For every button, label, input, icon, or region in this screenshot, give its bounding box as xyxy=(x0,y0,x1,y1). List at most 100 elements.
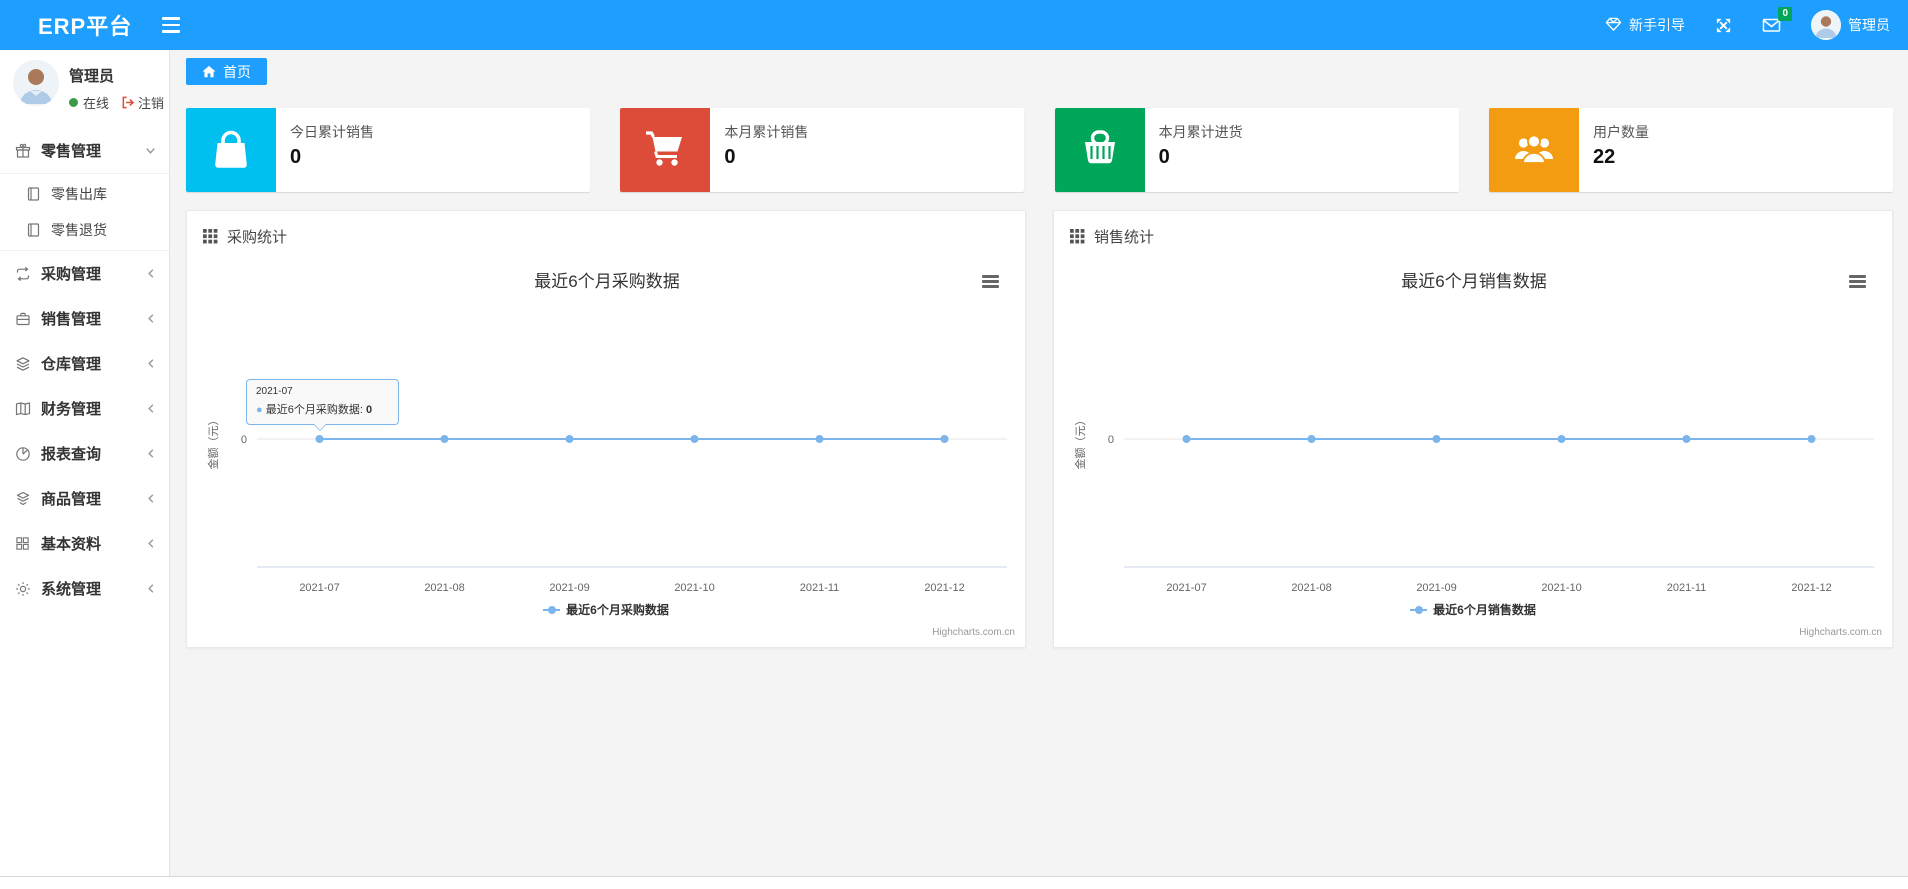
purchase-chart: 最近6个月采购数据 金额（元） 0 2021-07 2021-08 2021-09 2021… xyxy=(187,261,1025,636)
chevron-left-icon xyxy=(145,537,157,550)
stat-card-today-sales: 今日累计销售 0 xyxy=(186,108,590,192)
sidebar-submenu-retail: 零售出库 零售退货 xyxy=(0,173,169,251)
user-name: 管理员 xyxy=(69,68,115,85)
stat-value: 0 xyxy=(724,146,736,168)
document-icon xyxy=(25,187,42,201)
tooltip-row: ● 最近6个月采购数据: 0 xyxy=(256,404,373,416)
svg-text:2021-09: 2021-09 xyxy=(549,582,589,594)
svg-text:最近6个月采购数据: 最近6个月采购数据 xyxy=(534,272,679,291)
svg-text:0: 0 xyxy=(241,434,247,446)
stat-value: 0 xyxy=(290,146,302,168)
messages-button[interactable]: 0 xyxy=(1762,7,1792,33)
online-status-label: 在线 xyxy=(83,96,110,111)
sidebar-item-basic-data[interactable]: 基本资料 xyxy=(0,521,169,566)
svg-text:2021-09: 2021-09 xyxy=(1416,582,1456,594)
tab-home[interactable]: 首页 xyxy=(186,58,267,85)
online-status-dot xyxy=(69,98,78,107)
username-label: 管理员 xyxy=(1848,17,1890,33)
gem-icon xyxy=(1605,16,1622,35)
box-icon xyxy=(14,491,31,507)
svg-text:2021-10: 2021-10 xyxy=(1541,582,1581,594)
stat-value: 22 xyxy=(1592,146,1616,168)
page-footer xyxy=(0,876,1908,889)
grid-icon xyxy=(14,536,31,551)
chevron-left-icon xyxy=(145,267,157,280)
sidebar-item-sales[interactable]: 销售管理 xyxy=(0,296,169,341)
guide-button[interactable]: 新手引导 xyxy=(1605,15,1685,35)
sidebar-toggle-button[interactable] xyxy=(162,17,181,33)
chart-context-menu-button[interactable] xyxy=(1849,275,1866,288)
purchase-stats-panel: 采购统计 最近6个月采购数据 金额（元） 0 2021-07 2021-08 2021-0… xyxy=(186,210,1026,648)
svg-text:2021-11: 2021-11 xyxy=(1667,582,1707,594)
legend-item[interactable]: 最近6个月销售数据 xyxy=(1410,601,1536,618)
stat-label: 本月累计销售 xyxy=(724,124,809,140)
home-icon xyxy=(202,65,216,78)
sidebar-item-label: 系统管理 xyxy=(41,581,102,598)
briefcase-icon xyxy=(14,311,31,327)
th-grid-icon xyxy=(1070,229,1085,244)
document-icon xyxy=(25,223,42,237)
sidebar-item-finance[interactable]: 财务管理 xyxy=(0,386,169,431)
stat-card-month-purchase: 本月累计进货 0 xyxy=(1054,108,1459,192)
sidebar-item-purchase[interactable]: 采购管理 xyxy=(0,251,169,296)
purchase-chart-svg: 最近6个月采购数据金额（元） 0 2021-07 2021-08 2021-09 2021… xyxy=(206,272,1007,594)
sidebar-user-panel: 管理员 在线 注销 xyxy=(0,50,169,124)
sidebar-item-label: 零售退货 xyxy=(51,222,107,238)
sign-out-icon xyxy=(122,96,135,109)
users-icon xyxy=(1488,108,1579,192)
svg-text:2021-08: 2021-08 xyxy=(1291,582,1331,594)
panel-header: 采购统计 xyxy=(187,211,1025,247)
user-menu[interactable]: 管理员 xyxy=(1811,10,1890,40)
legend-item[interactable]: 最近6个月采购数据 xyxy=(543,601,669,618)
svg-text:金额（元）: 金额（元） xyxy=(1073,415,1087,470)
sidebar-item-reports[interactable]: 报表查询 xyxy=(0,431,169,476)
legend-marker-icon xyxy=(1410,605,1428,614)
panel-title: 销售统计 xyxy=(1094,229,1155,246)
sidebar-item-retail-outbound[interactable]: 零售出库 xyxy=(0,176,169,212)
sidebar-item-label: 商品管理 xyxy=(41,491,102,508)
sidebar-item-label: 销售管理 xyxy=(41,311,102,328)
exchange-icon xyxy=(14,266,31,282)
svg-text:2021-07: 2021-07 xyxy=(299,582,339,594)
sidebar-item-goods[interactable]: 商品管理 xyxy=(0,476,169,521)
sidebar-item-warehouse[interactable]: 仓库管理 xyxy=(0,341,169,386)
svg-text:金额（元）: 金额（元） xyxy=(206,415,220,470)
chart-context-menu-button[interactable] xyxy=(982,275,999,288)
chart-panels-row: 采购统计 最近6个月采购数据 金额（元） 0 2021-07 2021-08 2021-0… xyxy=(186,210,1893,648)
stat-card-user-count: 用户数量 22 xyxy=(1488,108,1893,192)
highcharts-credits-link[interactable]: Highcharts.com.cn xyxy=(932,627,1015,638)
shopping-cart-icon xyxy=(620,108,711,192)
guide-label: 新手引导 xyxy=(1629,17,1685,33)
messages-count-badge: 0 xyxy=(1778,7,1792,21)
sales-stats-panel: 销售统计 最近6个月销售数据 金额（元） 0 2021-07 2021-08 2021-0… xyxy=(1053,210,1893,648)
stat-label: 本月累计进货 xyxy=(1158,124,1243,140)
svg-text:2021-12: 2021-12 xyxy=(1791,582,1831,594)
sidebar-item-label: 零售出库 xyxy=(51,186,107,202)
svg-text:2021-12: 2021-12 xyxy=(924,582,964,594)
sidebar-item-label: 仓库管理 xyxy=(41,356,102,373)
stat-label: 用户数量 xyxy=(1592,124,1649,140)
open-book-icon xyxy=(14,401,31,417)
legend-label: 最近6个月销售数据 xyxy=(1433,603,1536,617)
sidebar-item-label: 财务管理 xyxy=(41,401,102,418)
sidebar-item-system[interactable]: 系统管理 xyxy=(0,566,169,611)
fullscreen-button[interactable] xyxy=(1715,17,1732,34)
svg-text:0: 0 xyxy=(1108,434,1114,446)
sidebar-item-retail-return[interactable]: 零售退货 xyxy=(0,212,169,248)
panel-title: 采购统计 xyxy=(227,229,288,246)
sidebar-item-retail[interactable]: 零售管理 xyxy=(0,128,169,173)
chart-tooltip: 2021-07 ● 最近6个月采购数据: 0 xyxy=(246,379,399,431)
gear-icon xyxy=(14,581,31,597)
stat-value: 0 xyxy=(1158,146,1170,168)
svg-text:2021-07: 2021-07 xyxy=(1166,582,1206,594)
pie-chart-icon xyxy=(14,446,31,462)
chevron-left-icon xyxy=(145,492,157,505)
series-dot-icon: ● xyxy=(256,404,263,416)
logout-link[interactable]: 注销 xyxy=(121,93,164,112)
highcharts-credits-link[interactable]: Highcharts.com.cn xyxy=(1799,627,1882,638)
sidebar-item-label: 基本资料 xyxy=(41,536,102,553)
svg-text:2021-08: 2021-08 xyxy=(424,582,464,594)
fullscreen-arrows-icon xyxy=(1716,18,1731,32)
stat-card-month-sales: 本月累计销售 0 xyxy=(620,108,1025,192)
sales-chart: 最近6个月销售数据 金额（元） 0 2021-07 2021-08 2021-09 2021… xyxy=(1054,261,1892,636)
